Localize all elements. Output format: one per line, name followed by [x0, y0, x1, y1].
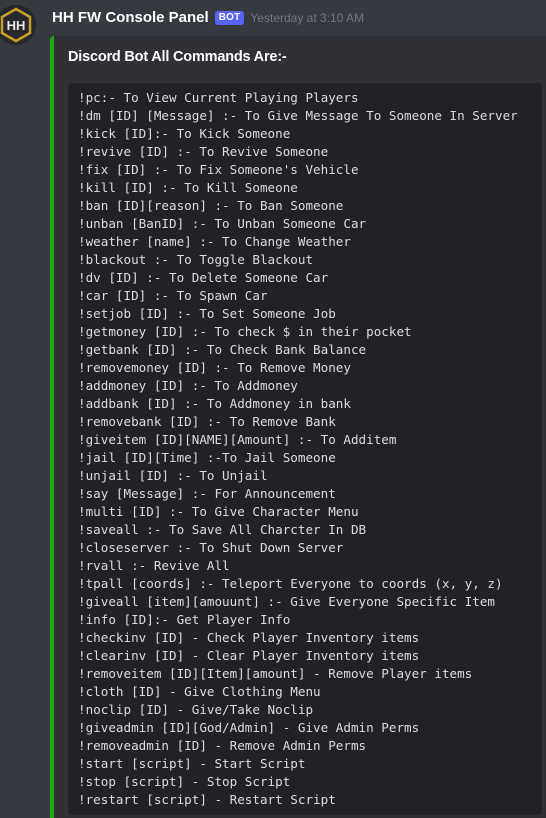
message-header: HH FW Console Panel BOT Yesterday at 3:1…: [52, 9, 364, 26]
command-line: !start [script] - Start Script: [78, 756, 306, 771]
hh-logo-icon: HH: [0, 5, 36, 45]
command-line: !cloth [ID] - Give Clothing Menu: [78, 684, 321, 699]
command-line: !tpall [coords] :- Teleport Everyone to …: [78, 576, 503, 591]
command-line: !giveadmin [ID][God/Admin] - Give Admin …: [78, 720, 420, 735]
command-line: !fix [ID] :- To Fix Someone's Vehicle: [78, 162, 359, 177]
command-line: !removebank [ID] :- To Remove Bank: [78, 414, 336, 429]
command-line: !giveall [item][amouunt] :- Give Everyon…: [78, 594, 496, 609]
command-line: !kick [ID]:- To Kick Someone: [78, 126, 291, 141]
command-line: !getmoney [ID] :- To check $ in their po…: [78, 324, 412, 339]
command-line: !pc:- To View Current Playing Players: [78, 90, 359, 105]
command-line: !giveitem [ID][NAME][Amount] :- To Addit…: [78, 432, 397, 447]
command-line: !car [ID] :- To Spawn Car: [78, 288, 268, 303]
command-line: !setjob [ID] :- To Set Someone Job: [78, 306, 336, 321]
command-line: !addbank [ID] :- To Addmoney in bank: [78, 396, 351, 411]
command-line: !say [Message] :- For Announcement: [78, 486, 336, 501]
command-line: !dv [ID] :- To Delete Someone Car: [78, 270, 329, 285]
message-timestamp[interactable]: Yesterday at 3:10 AM: [250, 11, 364, 25]
embed-card: Discord Bot All Commands Are:- !pc:- To …: [50, 36, 546, 818]
svg-text:HH: HH: [7, 18, 26, 33]
command-line: !addmoney [ID] :- To Addmoney: [78, 378, 298, 393]
command-line: !ban [ID][reason] :- To Ban Someone: [78, 198, 344, 213]
command-line: !removemoney [ID] :- To Remove Money: [78, 360, 351, 375]
command-line: !unjail [ID] :- To Unjail: [78, 468, 268, 483]
command-line: !dm [ID] [Message] :- To Give Message To…: [78, 108, 518, 123]
command-line: !revive [ID] :- To Revive Someone: [78, 144, 329, 159]
command-line: !noclip [ID] - Give/Take Noclip: [78, 702, 314, 717]
bot-username[interactable]: HH FW Console Panel: [52, 9, 209, 26]
commands-code-block: !pc:- To View Current Playing Players !dm…: [68, 83, 542, 815]
command-line: !clearinv [ID] - Clear Player Inventory …: [78, 648, 420, 663]
bot-badge: BOT: [214, 10, 245, 25]
command-line: !kill [ID] :- To Kill Someone: [78, 180, 298, 195]
command-line: !info [ID]:- Get Player Info: [78, 612, 291, 627]
command-line: !removeitem [ID][Item][amount] - Remove …: [78, 666, 473, 681]
command-line: !saveall :- To Save All Charcter In DB: [78, 522, 367, 537]
command-line: !checkinv [ID] - Check Player Inventory …: [78, 630, 420, 645]
command-line: !weather [name] :- To Change Weather: [78, 234, 351, 249]
command-line: !blackout :- To Toggle Blackout: [78, 252, 314, 267]
command-line: !rvall :- Revive All: [78, 558, 230, 573]
command-line: !stop [script] - Stop Script: [78, 774, 291, 789]
bot-avatar[interactable]: HH: [0, 5, 36, 45]
command-line: !closeserver :- To Shut Down Server: [78, 540, 344, 555]
command-line: !jail [ID][Time] :-To Jail Someone: [78, 450, 336, 465]
command-line: !getbank [ID] :- To Check Bank Balance: [78, 342, 367, 357]
command-line: !multi [ID] :- To Give Character Menu: [78, 504, 359, 519]
command-line: !unban [BanID] :- To Unban Someone Car: [78, 216, 367, 231]
embed-title: Discord Bot All Commands Are:-: [68, 49, 287, 65]
command-line: !removeadmin [ID] - Remove Admin Perms: [78, 738, 367, 753]
command-line: !restart [script] - Restart Script: [78, 792, 336, 807]
